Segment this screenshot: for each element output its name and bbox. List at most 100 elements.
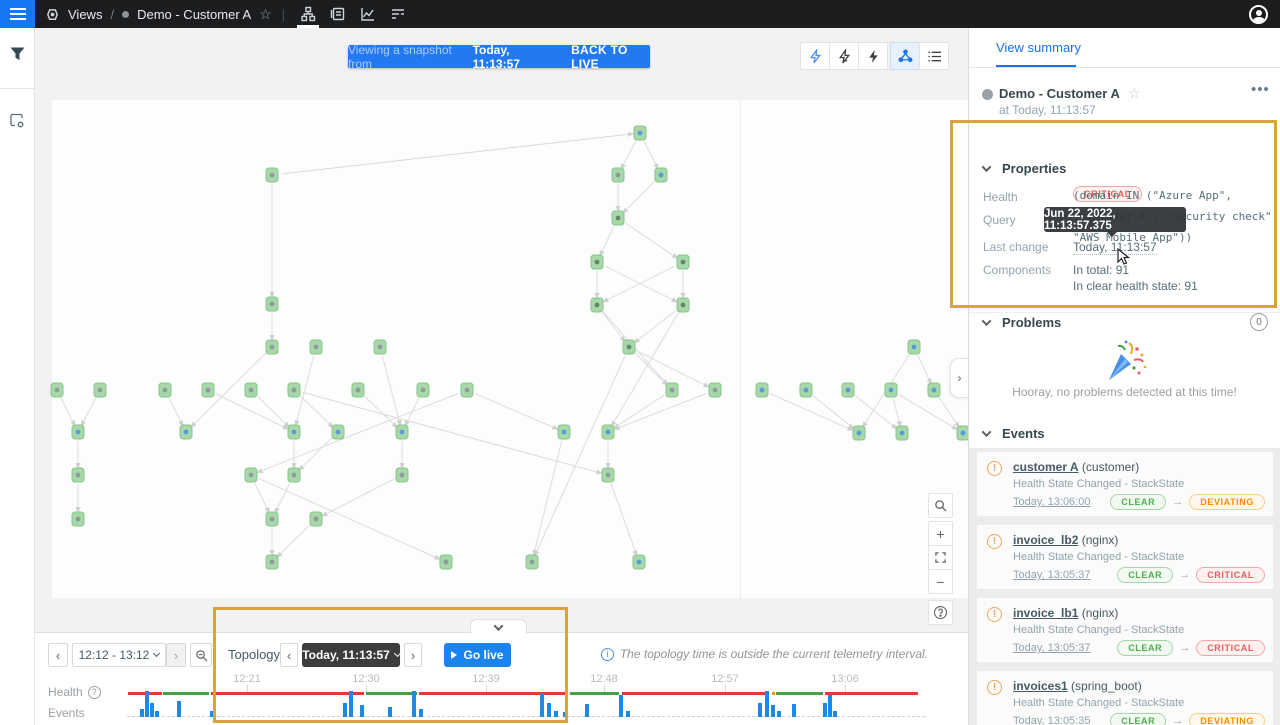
timeline-collapse-tab[interactable]: [470, 619, 527, 634]
health-label: Health: [983, 190, 1018, 204]
section-events[interactable]: Events: [983, 426, 1045, 441]
fit-to-screen-icon[interactable]: [928, 545, 953, 570]
event-name-link[interactable]: invoice_lb2: [1013, 533, 1078, 547]
panel-expand-chevron-icon[interactable]: ›: [950, 358, 968, 398]
favorite-star-icon[interactable]: ☆: [1128, 85, 1141, 102]
health-segment-critical: [211, 692, 364, 695]
snapshot-banner-time[interactable]: Today, 11:13:57: [473, 43, 552, 71]
section-properties[interactable]: Properties: [983, 161, 1066, 176]
chevron-down-icon: [982, 162, 992, 172]
graph-node-icon: [961, 431, 966, 436]
filter-funnel-icon[interactable]: [0, 34, 34, 74]
view-summary-panel: View summary Demo - Customer A ☆ ••• at …: [968, 28, 1280, 725]
user-avatar-icon[interactable]: [1249, 5, 1268, 24]
back-to-live-button[interactable]: BACK TO LIVE: [571, 43, 650, 71]
range-zoom-out-icon[interactable]: [190, 643, 212, 667]
state-to-badge: DEVIATING: [1189, 494, 1265, 510]
event-time-link[interactable]: Today, 13:05:37: [1013, 569, 1090, 581]
kebab-menu-icon[interactable]: •••: [1251, 81, 1270, 98]
arrow-right-icon: →: [1179, 569, 1190, 581]
events-view-icon[interactable]: [323, 0, 353, 28]
hamburger-menu-icon[interactable]: [0, 0, 35, 28]
view-mode-icons: [293, 0, 413, 28]
event-warning-icon: !: [987, 680, 1002, 695]
problems-icon[interactable]: [829, 42, 859, 70]
zoom-in-icon[interactable]: +: [928, 521, 953, 546]
state-from-badge: CLEAR: [1110, 494, 1166, 510]
go-live-label: Go live: [463, 648, 503, 662]
components-label: Components: [983, 263, 1051, 277]
range-prev-button[interactable]: ‹: [48, 643, 68, 667]
event-type: (nginx): [1082, 533, 1119, 547]
breadcrumb-view-name[interactable]: Demo - Customer A: [137, 7, 251, 22]
graph-edge: [625, 223, 673, 256]
topology-time-prev-button[interactable]: ‹: [280, 643, 298, 667]
traces-view-icon[interactable]: [383, 0, 413, 28]
health-segment-clear: [776, 692, 823, 695]
topology-graph: [35, 28, 968, 598]
search-canvas-icon[interactable]: [928, 493, 953, 518]
graph-node-icon: [270, 173, 275, 178]
graph-edge-arrow: [257, 468, 264, 473]
timeline-tick-label: 12:30: [352, 673, 380, 685]
event-type: (spring_boot): [1071, 679, 1142, 693]
event-state-change: CLEAR → DEVIATING: [1110, 494, 1265, 510]
graph-edge: [644, 141, 656, 165]
graph-node-icon: [206, 388, 211, 393]
view-health-dot: [982, 89, 993, 100]
event-meta: Health State Changed - StackState: [1013, 478, 1184, 490]
breadcrumb-section[interactable]: Views: [68, 7, 102, 22]
list-mode-icon[interactable]: [919, 42, 949, 70]
event-warning-icon: !: [987, 534, 1002, 549]
timeline-tick-mark: [247, 685, 248, 692]
graph-edge: [535, 441, 562, 552]
event-name: customer A (customer): [1013, 460, 1139, 474]
health-segment-clear: [163, 692, 209, 695]
graph-node-icon: [249, 473, 254, 478]
event-time-link[interactable]: Today, 13:05:37: [1013, 642, 1090, 654]
topology-view-icon[interactable]: [293, 0, 323, 28]
snapshot-banner-text: Viewing a snapshot from: [348, 43, 466, 71]
help-circle-icon[interactable]: ?: [88, 686, 101, 699]
problems-outline-icon[interactable]: [800, 42, 830, 70]
event-count-bar: [419, 709, 423, 717]
graph-edge: [281, 134, 629, 174]
event-card: ! invoice_lb2 (nginx) Health State Chang…: [977, 525, 1273, 589]
telemetry-view-icon[interactable]: [353, 0, 383, 28]
graph-node-icon: [270, 345, 275, 350]
graph-node-icon: [55, 388, 60, 393]
zoom-controls: + −: [928, 521, 953, 594]
go-live-button[interactable]: Go live: [444, 643, 511, 667]
topology-time-pill[interactable]: Today, 11:13:57: [302, 643, 400, 667]
graph-node-icon: [562, 430, 567, 435]
snapshot-banner: Viewing a snapshot from Today, 11:13:57 …: [348, 45, 650, 68]
view-title: Demo - Customer A ☆: [999, 85, 1140, 102]
events-list: ! customer A (customer) Health State Cha…: [969, 448, 1280, 725]
topology-time-label: Topology: [228, 647, 280, 662]
event-name-link[interactable]: customer A: [1013, 460, 1079, 474]
graph-node-icon: [292, 430, 297, 435]
zoom-out-icon[interactable]: −: [928, 569, 953, 594]
topology-time-next-button[interactable]: ›: [404, 643, 422, 667]
event-type: (customer): [1082, 460, 1139, 474]
help-icon[interactable]: [928, 600, 953, 625]
timeline-tick-mark: [486, 685, 487, 692]
info-icon: i: [601, 648, 614, 661]
time-range-select[interactable]: 12:12 - 13:12: [72, 643, 166, 667]
topology-mode-icon[interactable]: [890, 42, 920, 70]
favorite-star-icon[interactable]: ☆: [259, 6, 272, 23]
view-settings-icon[interactable]: [0, 101, 34, 141]
last-change-value[interactable]: Today, 11:13:57: [1073, 240, 1157, 255]
range-next-button[interactable]: ›: [166, 643, 186, 667]
problems-filled-icon[interactable]: [858, 42, 888, 70]
event-time-link[interactable]: Today, 13:05:35: [1013, 715, 1090, 725]
timeline-tick-label: 12:39: [472, 673, 500, 685]
app-header: Views / Demo - Customer A ☆ |: [0, 0, 1280, 28]
event-name-link[interactable]: invoice_lb1: [1013, 606, 1078, 620]
event-time-link[interactable]: Today, 13:06:00: [1013, 496, 1090, 508]
tab-view-summary[interactable]: View summary: [996, 40, 1081, 55]
event-name-link[interactable]: invoices1: [1013, 679, 1068, 693]
section-problems[interactable]: Problems: [983, 315, 1061, 330]
state-to-badge: DEVIATING: [1189, 713, 1265, 725]
graph-edge: [770, 394, 849, 429]
